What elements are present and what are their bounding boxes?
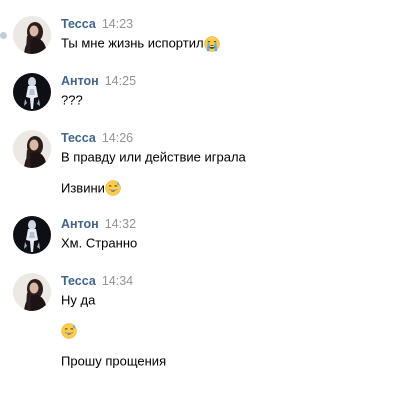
unread-indicator	[0, 32, 7, 39]
grinning-face-with-sweat-icon	[61, 323, 77, 339]
message-timestamp[interactable]: 14:26	[102, 131, 133, 145]
anton-avatar-icon[interactable]	[13, 73, 51, 111]
message-text: Ну да	[61, 292, 96, 308]
message-timestamp[interactable]: 14:34	[102, 274, 133, 288]
message-text: ???	[61, 92, 83, 108]
message-text: В правду или действие играла	[61, 149, 246, 165]
message-text: Извини	[61, 180, 401, 197]
message-timestamp[interactable]: 14:25	[105, 74, 136, 88]
grinning-face-with-sweat-icon	[105, 180, 121, 196]
message-author[interactable]: Антон	[61, 217, 99, 231]
loudly-crying-face-icon	[203, 35, 220, 52]
message-author[interactable]: Тесса	[61, 274, 96, 288]
anton-avatar-icon[interactable]	[13, 216, 51, 254]
tessa-avatar-icon[interactable]	[13, 273, 51, 311]
message-author[interactable]: Антон	[61, 74, 99, 88]
tessa-avatar-icon[interactable]	[13, 130, 51, 168]
message-timestamp[interactable]: 14:32	[105, 217, 136, 231]
tessa-avatar-icon[interactable]	[13, 16, 51, 54]
message-text: Ты мне жизнь испортил	[61, 35, 401, 52]
message-text: Прошу прощения	[61, 353, 167, 369]
message-timestamp[interactable]: 14:23	[102, 17, 133, 31]
message-text	[61, 323, 401, 340]
message-author[interactable]: Тесса	[61, 17, 96, 31]
message-author[interactable]: Тесса	[61, 131, 96, 145]
chat-history: Тесса 14:23 Ты мне жизнь испортил Антон 14…	[0, 0, 412, 401]
message-text: Хм. Странно	[61, 235, 138, 251]
